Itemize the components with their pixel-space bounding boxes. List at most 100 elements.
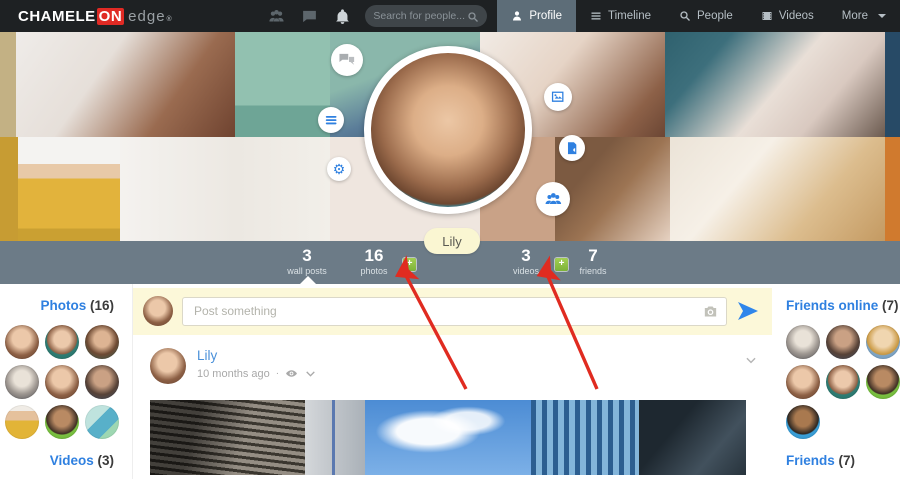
tab-timeline-label: Timeline	[608, 10, 651, 22]
chevron-down-icon	[878, 14, 886, 18]
friend-avatar[interactable]	[826, 325, 860, 359]
composer-input-wrap	[182, 297, 727, 326]
friends-group-icon	[544, 190, 563, 209]
friend-avatar[interactable]	[866, 365, 900, 399]
wall-post: Lily 10 months ago ·	[133, 335, 772, 475]
photos-section-heading[interactable]: Photos (16)	[0, 298, 132, 313]
search-icon[interactable]	[467, 10, 479, 22]
friend-avatar[interactable]	[826, 365, 860, 399]
post-image-segment	[531, 400, 638, 475]
friends-heading-count: (7)	[839, 453, 856, 468]
cover-photo	[16, 32, 235, 137]
photos-heading-title: Photos	[40, 298, 86, 313]
photo-thumbnail[interactable]	[45, 405, 79, 439]
send-post-button[interactable]	[736, 299, 760, 323]
profile-icon	[511, 10, 523, 22]
search-bar	[365, 5, 487, 27]
cover-photo	[670, 137, 885, 241]
left-sidebar: Photos (16) Videos (3)	[0, 284, 133, 479]
settings-button[interactable]: ⚙	[327, 157, 351, 181]
post-author-name[interactable]: Lily	[197, 348, 317, 363]
tab-videos[interactable]: Videos	[747, 0, 828, 32]
friends-online-title: Friends online	[786, 298, 878, 313]
profile-name: Lily	[442, 234, 462, 249]
post-image-segment	[305, 400, 365, 475]
cover-photo	[0, 32, 16, 137]
post-image-city[interactable]	[150, 400, 746, 475]
tab-people[interactable]: People	[665, 0, 747, 32]
logo-text-on: ON	[97, 8, 125, 25]
stat-wall-posts[interactable]: 3 wall posts	[278, 247, 336, 276]
stat-friends[interactable]: 7 friends	[566, 247, 620, 276]
friend-avatar[interactable]	[786, 325, 820, 359]
videos-icon	[761, 10, 773, 22]
logo-text-edge: edge	[128, 8, 165, 25]
post-options-chevron-icon[interactable]	[744, 353, 758, 367]
post-author-avatar[interactable]	[150, 348, 186, 384]
visibility-eye-icon[interactable]	[285, 367, 298, 380]
video-file-icon	[565, 141, 579, 155]
add-photo-button[interactable]	[544, 83, 572, 111]
users-icon[interactable]	[268, 8, 285, 25]
active-tab-notch	[300, 276, 316, 284]
friends-section-heading[interactable]: Friends (7)	[786, 453, 899, 468]
photo-thumbnail[interactable]	[5, 325, 39, 359]
notifications-bell-icon[interactable]	[334, 8, 351, 25]
friend-avatar[interactable]	[866, 325, 900, 359]
post-timestamp: 10 months ago	[197, 368, 270, 380]
profile-name-badge: Lily	[424, 228, 480, 254]
page-content: Photos (16) Videos (3)	[0, 284, 900, 479]
videos-heading-title: Videos	[50, 453, 94, 468]
videos-label: videos	[501, 266, 551, 276]
chat-bubbles-icon	[338, 51, 356, 69]
photo-thumbnail[interactable]	[5, 365, 39, 399]
camera-icon[interactable]	[702, 303, 719, 320]
right-sidebar: Friends online (7) Friends (7)	[772, 284, 899, 479]
friends-heading-title: Friends	[786, 453, 835, 468]
app-logo[interactable]: CHAMELEONedge®	[18, 8, 172, 25]
messages-icon[interactable]	[301, 8, 318, 25]
people-search-icon	[679, 10, 691, 22]
friend-avatar[interactable]	[786, 365, 820, 399]
friend-avatar[interactable]	[786, 405, 820, 439]
photo-thumbnail[interactable]	[85, 365, 119, 399]
wall-posts-label: wall posts	[278, 266, 336, 276]
photo-thumbnail[interactable]	[5, 405, 39, 439]
chat-button[interactable]	[331, 44, 363, 76]
friends-online-heading[interactable]: Friends online (7)	[786, 298, 899, 313]
stat-photos[interactable]: 16 photos +	[349, 247, 399, 276]
registered-mark: ®	[167, 16, 173, 23]
tab-people-label: People	[697, 10, 733, 22]
composer-avatar[interactable]	[143, 296, 173, 326]
photo-thumbnail[interactable]	[45, 325, 79, 359]
stat-videos[interactable]: 3 videos +	[501, 247, 551, 276]
post-header-text: Lily 10 months ago ·	[197, 348, 317, 384]
photo-thumbnail[interactable]	[45, 365, 79, 399]
timeline-icon	[590, 10, 602, 22]
videos-heading-count: (3)	[98, 453, 115, 468]
menu-button[interactable]	[318, 107, 344, 133]
logo-text-1: CHAMELE	[18, 8, 96, 25]
search-input[interactable]	[373, 10, 467, 22]
post-header: Lily 10 months ago ·	[150, 348, 758, 384]
tab-more-label: More	[842, 10, 868, 22]
meta-separator: ·	[276, 368, 279, 379]
friends-button[interactable]	[536, 182, 570, 216]
friends-count: 7	[566, 247, 620, 265]
cover-photo-collage: ⚙ Lily	[0, 32, 900, 241]
friends-online-count: (7)	[882, 298, 899, 313]
navbar-icon-group	[268, 8, 351, 25]
visibility-caret-icon[interactable]	[304, 367, 317, 380]
tab-videos-label: Videos	[779, 10, 814, 22]
tab-timeline[interactable]: Timeline	[576, 0, 665, 32]
add-photos-button[interactable]: +	[403, 258, 416, 271]
videos-section-heading[interactable]: Videos (3)	[0, 453, 132, 468]
photo-thumbnail[interactable]	[85, 405, 119, 439]
photo-thumbnail[interactable]	[85, 325, 119, 359]
add-video-button[interactable]	[559, 135, 585, 161]
photo-icon	[550, 89, 565, 104]
profile-avatar[interactable]	[364, 46, 532, 214]
post-input[interactable]	[182, 297, 727, 326]
tab-profile[interactable]: Profile	[497, 0, 576, 32]
tab-more[interactable]: More	[828, 0, 900, 32]
